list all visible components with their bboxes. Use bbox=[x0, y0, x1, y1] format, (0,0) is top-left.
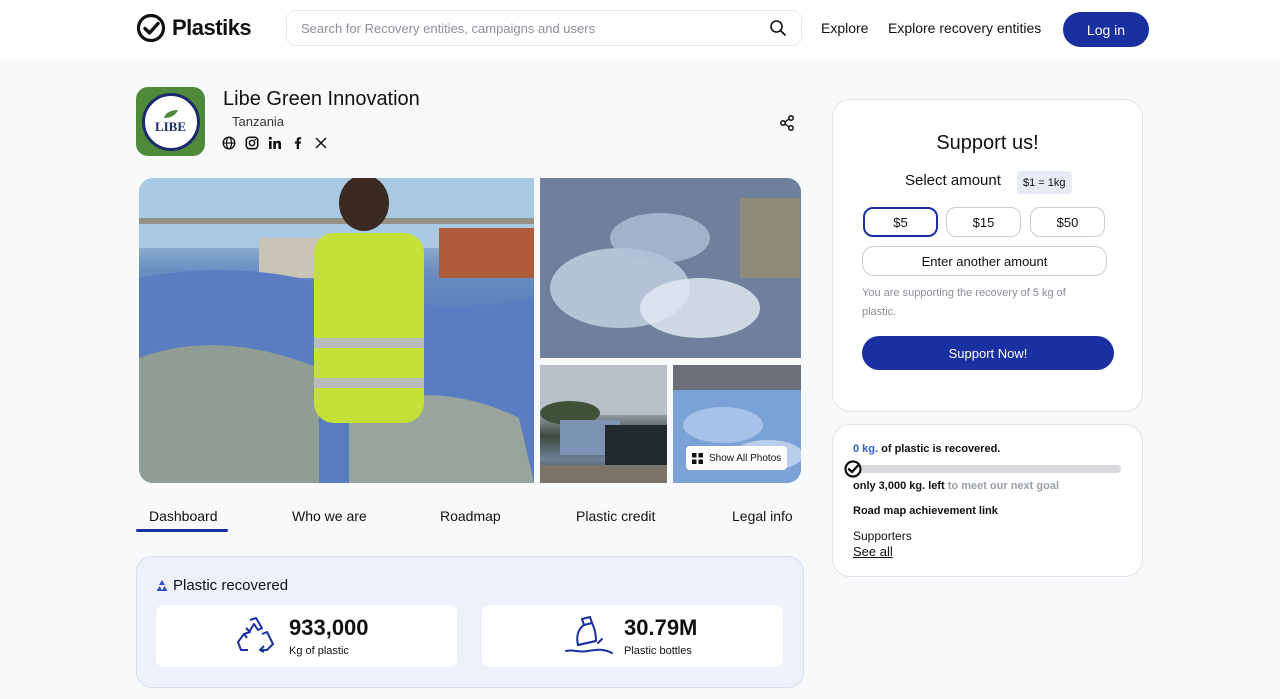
x-icon[interactable] bbox=[314, 136, 328, 150]
amount-5-button[interactable]: $5 bbox=[863, 207, 938, 237]
support-title: Support us! bbox=[936, 132, 1039, 154]
recycle-icon bbox=[237, 617, 274, 653]
entity-name: Libe Green Innovation bbox=[223, 88, 420, 110]
share-icon[interactable] bbox=[778, 114, 796, 132]
entity-country: Tanzania bbox=[232, 114, 285, 129]
search-bar bbox=[286, 10, 802, 46]
support-note: You are supporting the recovery of 5 kg … bbox=[862, 287, 1066, 318]
tab-plastic-credit[interactable]: Plastic credit bbox=[576, 508, 655, 524]
progress-check-icon bbox=[844, 460, 862, 478]
login-button[interactable]: Log in bbox=[1063, 12, 1149, 47]
amount-50-button[interactable]: $50 bbox=[1030, 207, 1105, 237]
logo-text: Plastiks bbox=[172, 15, 252, 40]
nav-explore-recovery-entities[interactable]: Explore recovery entities bbox=[888, 20, 1041, 36]
show-all-photos-button[interactable]: Show All Photos bbox=[686, 446, 788, 470]
plastiks-logo[interactable]: Plastiks bbox=[136, 13, 252, 43]
facebook-icon[interactable] bbox=[291, 136, 305, 150]
search-input[interactable] bbox=[301, 20, 769, 36]
tab-roadmap[interactable]: Roadmap bbox=[440, 508, 501, 524]
stat-bottles-value: 30.79M bbox=[624, 615, 698, 640]
gallery-photo-bottles[interactable] bbox=[540, 178, 801, 358]
roadmap-achievement-link[interactable]: Road map achievement link bbox=[853, 505, 998, 517]
enter-another-amount-button[interactable]: Enter another amount bbox=[862, 246, 1107, 276]
recovered-text: of plastic is recovered. bbox=[878, 443, 1001, 455]
social-links bbox=[222, 136, 328, 150]
plastic-recovered-title: Plastic recovered bbox=[155, 577, 288, 594]
leaf-icon bbox=[163, 109, 178, 118]
plastiks-logo-icon bbox=[136, 13, 166, 43]
globe-icon[interactable] bbox=[222, 136, 236, 150]
show-all-photos-label: Show All Photos bbox=[709, 452, 782, 464]
tab-who-we-are[interactable]: Who we are bbox=[292, 508, 367, 524]
active-tab-indicator bbox=[136, 529, 228, 532]
entity-logo-badge: LIBE bbox=[141, 92, 200, 151]
plastic-bottles-image bbox=[540, 178, 801, 358]
see-all-supporters-link[interactable]: See all bbox=[853, 544, 893, 559]
recycling-yard-image bbox=[540, 365, 667, 483]
recovered-value: 0 kg. bbox=[853, 443, 879, 455]
recovered-status: 0 kg. of plastic is recovered. bbox=[853, 443, 1000, 455]
gallery-photo-yard[interactable] bbox=[540, 365, 667, 483]
recycle-small-icon bbox=[156, 579, 168, 591]
stat-bottles-label: Plastic bottles bbox=[624, 645, 692, 657]
amount-15-button[interactable]: $15 bbox=[946, 207, 1021, 237]
rate-badge: $1 = 1kg bbox=[1017, 171, 1072, 194]
instagram-icon[interactable] bbox=[245, 136, 259, 150]
plastic-recovered-title-text: Plastic recovered bbox=[173, 577, 289, 594]
grid-icon bbox=[692, 452, 703, 464]
photo-gallery bbox=[139, 178, 801, 483]
goal-left-text: to meet our next goal bbox=[944, 480, 1059, 492]
progress-bar bbox=[853, 465, 1121, 473]
entity-logo-text: LIBE bbox=[154, 118, 187, 134]
goal-status: only 3,000 kg. left to meet our next goa… bbox=[853, 480, 1059, 492]
select-amount-label: Select amount bbox=[905, 172, 1001, 189]
search-icon[interactable] bbox=[769, 19, 787, 37]
stat-card-kg: 933,000 Kg of plastic bbox=[156, 605, 457, 667]
nav-explore[interactable]: Explore bbox=[821, 20, 868, 36]
tab-legal-info[interactable]: Legal info bbox=[732, 508, 793, 524]
top-header: Plastiks Explore Explore recovery entiti… bbox=[0, 0, 1280, 60]
entity-logo: LIBE bbox=[136, 87, 205, 156]
tab-dashboard[interactable]: Dashboard bbox=[149, 508, 218, 524]
goal-left-value: only 3,000 kg. left bbox=[853, 480, 945, 492]
supporters-label: Supporters bbox=[853, 529, 912, 543]
stat-card-bottles: 30.79M Plastic bottles bbox=[482, 605, 783, 667]
worker-with-bags-image bbox=[139, 178, 534, 483]
stat-kg-value: 933,000 bbox=[289, 615, 369, 640]
support-now-button[interactable]: Support Now! bbox=[862, 336, 1114, 370]
bottle-icon bbox=[565, 616, 613, 654]
gallery-photo-main[interactable] bbox=[139, 178, 534, 483]
stat-kg-label: Kg of plastic bbox=[289, 645, 349, 657]
linkedin-icon[interactable] bbox=[268, 136, 282, 150]
